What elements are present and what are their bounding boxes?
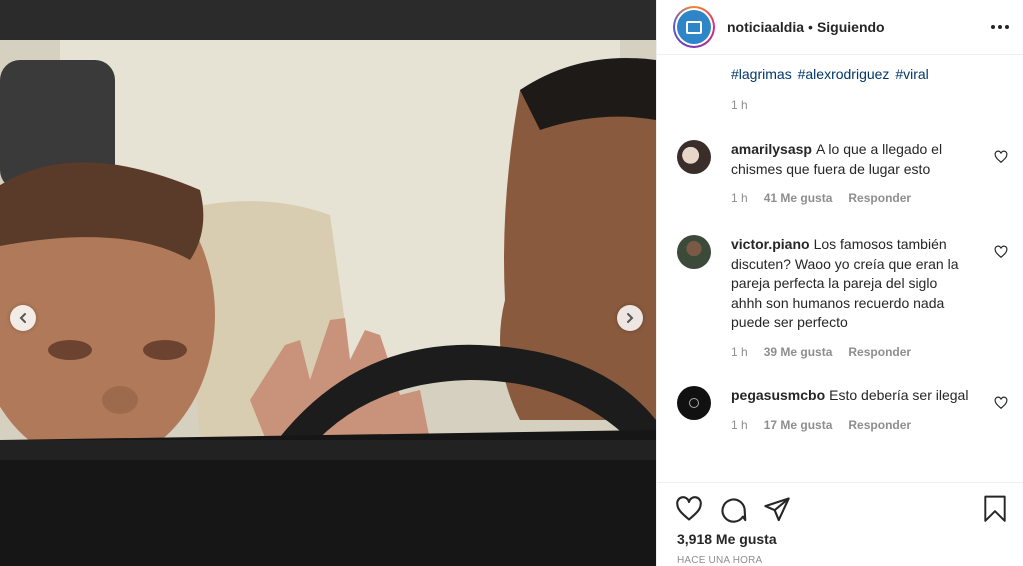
heart-icon[interactable] — [994, 150, 1008, 164]
hashtag-link[interactable]: #alexrodriguez — [798, 66, 890, 82]
more-options-icon[interactable] — [991, 25, 1009, 29]
hashtag-link[interactable]: #lagrimas — [731, 66, 792, 82]
hashtag-link[interactable]: #viral — [895, 66, 928, 82]
reply-button[interactable]: Responder — [848, 418, 911, 432]
comment-time: 1 h — [731, 344, 748, 359]
action-icons — [673, 483, 1008, 535]
comment-meta: 1 h 39 Me gusta Responder — [731, 345, 1008, 359]
follow-status-button[interactable]: Siguiendo — [817, 19, 885, 35]
post-header: noticiaaldia • Siguiendo — [657, 0, 1023, 55]
commenter-avatar[interactable] — [677, 140, 711, 174]
author-username[interactable]: noticiaaldia — [727, 19, 804, 35]
post-timestamp: HACE UNA HORA — [677, 555, 763, 566]
caption-time: 1 h — [731, 98, 748, 112]
author-avatar[interactable] — [673, 6, 715, 48]
commenter-avatar[interactable] — [677, 235, 711, 269]
chevron-right-icon — [627, 313, 634, 323]
comment-item: pegasusmcbo Esto debería ser ilegal 1 h 1… — [673, 386, 1008, 432]
post-actions: 3,918 Me gusta HACE UNA HORA — [657, 482, 1023, 566]
commenter-avatar[interactable] — [677, 386, 711, 420]
likes-count[interactable]: 3,918 Me gusta — [677, 531, 1008, 547]
heart-icon[interactable] — [994, 396, 1008, 410]
comment-likes[interactable]: 39 Me gusta — [764, 345, 833, 359]
previous-image-button[interactable] — [10, 305, 36, 331]
comment-time: 1 h — [731, 417, 748, 432]
heart-icon[interactable] — [994, 245, 1008, 259]
reply-button[interactable]: Responder — [848, 345, 911, 359]
commenter-username[interactable]: amarilysasp — [731, 141, 812, 157]
comment-likes[interactable]: 17 Me gusta — [764, 418, 833, 432]
comment-meta: 1 h 17 Me gusta Responder — [731, 418, 1008, 432]
reply-button[interactable]: Responder — [848, 191, 911, 205]
comment-text-block: amarilysasp A lo que a llegado el chismes… — [731, 140, 971, 179]
photo-scene — [0, 0, 656, 566]
post-photo[interactable] — [0, 0, 656, 566]
commenter-username[interactable]: pegasusmcbo — [731, 387, 825, 403]
post-side-panel: noticiaaldia • Siguiendo #lagrimas #alex… — [656, 0, 1023, 566]
caption-hashtags: #lagrimas #alexrodriguez #viral — [731, 66, 1008, 82]
comment-item: amarilysasp A lo que a llegado el chismes… — [673, 140, 1008, 205]
comment-text-block: victor.piano Los famosos también discuten… — [731, 235, 971, 333]
comment-time: 1 h — [731, 191, 748, 205]
bookmark-icon[interactable] — [982, 495, 1008, 523]
comment-text-block: pegasusmcbo Esto debería ser ilegal — [731, 386, 971, 406]
chevron-left-icon — [19, 313, 26, 323]
heart-icon[interactable] — [675, 495, 703, 523]
header-separator: • — [808, 19, 813, 35]
commenter-username[interactable]: victor.piano — [731, 236, 810, 252]
comment-item: victor.piano Los famosos también discuten… — [673, 235, 1008, 359]
comment-text: Esto debería ser ilegal — [829, 387, 969, 403]
comment-icon[interactable] — [719, 495, 747, 523]
comment-meta: 1 h 41 Me gusta Responder — [731, 191, 1008, 205]
comment-likes[interactable]: 41 Me gusta — [764, 191, 833, 205]
next-image-button[interactable] — [617, 305, 643, 331]
share-icon[interactable] — [763, 495, 791, 523]
